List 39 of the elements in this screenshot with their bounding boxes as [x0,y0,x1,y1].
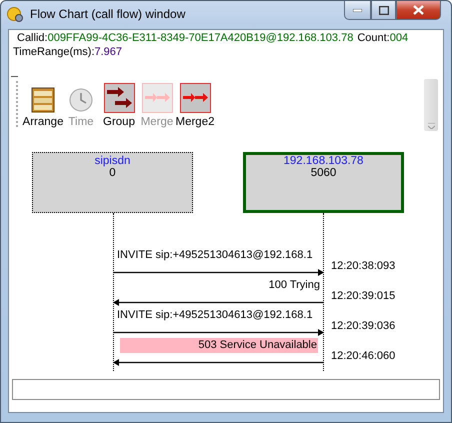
time-range-value: 7.967 [94,46,122,59]
node-name: 192.168.103.78 [284,155,364,167]
message-time: 12:20:46:060 [331,350,396,362]
message-time: 12:20:39:036 [331,320,396,332]
maximize-button[interactable] [371,1,396,20]
shelf-icon [31,87,55,113]
message-label: INVITE sip:+495251304613@192.168.1 [117,308,313,323]
window-title: Flow Chart (call flow) window [30,7,186,21]
node-port: 0 [109,167,116,179]
count-value: 004 [390,32,408,46]
close-icon [413,5,424,15]
minimize-icon [353,8,362,12]
minimize-button[interactable] [344,1,371,20]
toolbar-button[interactable]: Merge2 [176,79,214,131]
message-label: 503 Service Unavailable [120,338,318,353]
message-time: 12:20:38:093 [331,260,396,272]
app-icon [7,6,24,22]
scrollbar[interactable] [424,79,438,131]
message-label: 100 Trying [268,278,320,293]
input-field[interactable] [12,379,440,400]
node-name: sipisdn [94,155,130,167]
arrows-icon [104,83,134,113]
node-box[interactable]: sipisdn 0 [32,152,193,213]
arrows-icon [142,83,172,113]
message-time: 12:20:39:015 [331,290,396,302]
scroll-down-icon [428,123,435,129]
message-label: INVITE sip:+495251304613@192.168.1 [117,248,313,263]
callid-value: 009FFA99-4C36-E311-8349-70E17A420B19@192.168.103.78 [48,32,354,46]
time-range-label: TimeRange(ms): [13,46,94,59]
node-port: 5060 [310,167,336,179]
toolbar-button[interactable]: Group [100,79,138,131]
node-box[interactable]: 192.168.103.78 5060 [243,152,404,213]
close-button[interactable] [396,1,441,20]
toolbar-button[interactable]: Arrange [24,79,62,131]
arrows-icon [180,83,210,113]
callid-label: Callid: [16,32,48,46]
maximize-icon [378,6,388,14]
clock-icon [69,87,93,113]
count-label: Count: [356,32,390,46]
